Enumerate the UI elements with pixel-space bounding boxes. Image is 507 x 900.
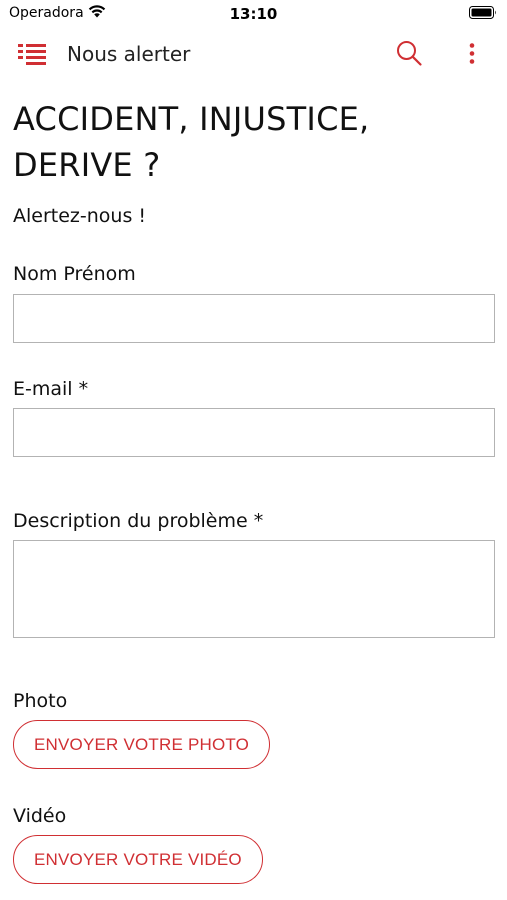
send-photo-button[interactable]: ENVOYER VOTRE PHOTO (13, 720, 271, 769)
more-vertical-icon[interactable] (466, 42, 478, 66)
description-field[interactable] (13, 540, 495, 638)
clock: 13:10 (229, 5, 278, 23)
page-subtitle: Alertez-nous ! (13, 205, 147, 227)
send-video-button[interactable]: ENVOYER VOTRE VIDÉO (13, 835, 263, 884)
video-label: Vidéo (13, 805, 67, 827)
email-field-label: E-mail * (13, 378, 89, 400)
menu-icon[interactable] (18, 42, 48, 66)
photo-label: Photo (13, 690, 68, 712)
email-field[interactable] (13, 408, 495, 457)
name-field[interactable] (13, 294, 495, 343)
battery-icon (469, 6, 496, 19)
status-bar: Operadora 13:10 (0, 0, 507, 28)
search-icon[interactable] (395, 39, 423, 67)
name-field-label: Nom Prénom (13, 263, 136, 285)
description-field-label: Description du problème * (13, 510, 264, 532)
app-bar: Nous alerter (0, 28, 507, 80)
app-title: Nous alerter (67, 42, 191, 66)
page-headline: ACCIDENT, INJUSTICE, DERIVE ? (13, 100, 370, 184)
